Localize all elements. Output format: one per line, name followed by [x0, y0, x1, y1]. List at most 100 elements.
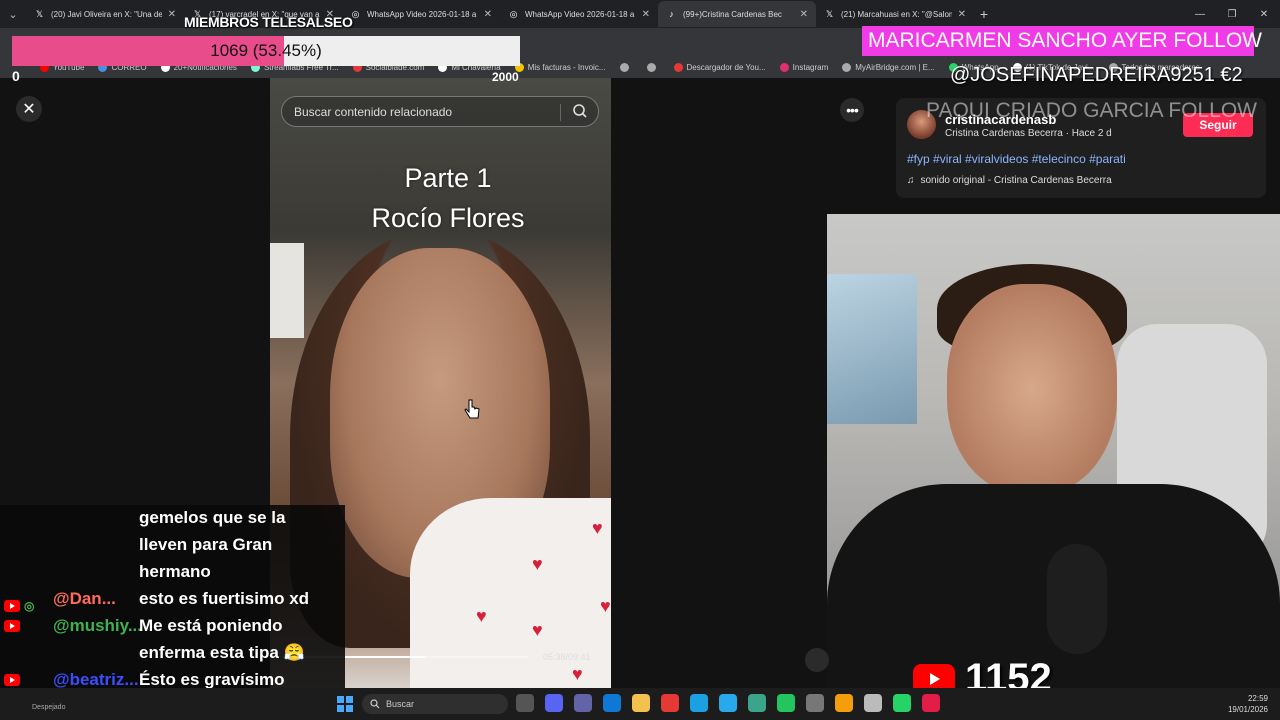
- browser-tab-5[interactable]: ♪ (99+)Cristina Cardenas Bec ✕: [658, 1, 816, 27]
- bookmark-item[interactable]: Descargador de You...: [673, 62, 766, 72]
- video-timecode: 05:38/09:41: [543, 652, 591, 662]
- search-icon: [370, 699, 380, 711]
- obs-icon[interactable]: [806, 694, 824, 712]
- outlook-icon[interactable]: [603, 694, 621, 712]
- edge-icon[interactable]: [690, 694, 708, 712]
- app-icon[interactable]: [748, 694, 766, 712]
- app-icon[interactable]: [864, 694, 882, 712]
- previous-follow-alert: PAQUI CRIADO GARCIA FOLLOW: [926, 99, 1257, 122]
- weather-widget[interactable]: Despejado: [32, 704, 65, 711]
- bookmark-favicon-icon: [842, 62, 852, 72]
- tab-title: (21) Marcahuasi en X: "@Salom: [841, 9, 952, 19]
- flip-icon[interactable]: [805, 648, 829, 672]
- tab-search-chevron-icon[interactable]: ⌄: [0, 0, 26, 28]
- streamer-webcam: [827, 214, 1280, 688]
- mouse-cursor-icon: [463, 398, 481, 427]
- close-tab-icon[interactable]: ✕: [168, 9, 176, 20]
- teams-icon[interactable]: [574, 694, 592, 712]
- chrome-icon[interactable]: [661, 694, 679, 712]
- shirt-heart-icon: ♥: [592, 518, 603, 538]
- webcam-microphone: [1047, 544, 1107, 654]
- bookmark-favicon-icon: [619, 62, 629, 72]
- shirt-heart-icon: ♥: [572, 664, 583, 684]
- tab-title: (20) Javi Oliveira en X: "Una de: [51, 9, 162, 19]
- bookmark-label: Descargador de You...: [686, 62, 766, 72]
- close-icon: ✕: [22, 101, 36, 118]
- chat-badges: [4, 620, 24, 632]
- chat-text: enferma esta tipa 😤: [139, 643, 305, 662]
- video-caption-line-1: Parte 1: [404, 163, 492, 193]
- bookmark-label: Mis facturas - Invoic...: [527, 62, 606, 72]
- video-hashtags[interactable]: #fyp #viral #viralvideos #telecinco #par…: [907, 152, 1126, 166]
- video-window-bg: [270, 243, 304, 338]
- youtube-badge-icon: [4, 620, 20, 632]
- follow-alert-banner: MARICARMEN SANCHO AYER FOLLOW: [862, 26, 1262, 56]
- taskbar-clock[interactable]: 22:59 19/01/2026: [1220, 693, 1268, 715]
- new-tab-button[interactable]: +: [974, 6, 994, 22]
- task-view-icon[interactable]: [516, 694, 534, 712]
- bookmark-favicon-icon: [646, 62, 656, 72]
- shirt-heart-icon: ♥: [532, 554, 543, 574]
- chat-text: lleven para Gran: [139, 535, 273, 554]
- discord-icon[interactable]: [545, 694, 563, 712]
- browser-tab-6[interactable]: 𝕏 (21) Marcahuasi en X: "@Salom ✕: [816, 1, 974, 27]
- browser-tab-4[interactable]: ◎ WhatsApp Video 2026-01-18 a ✕: [500, 1, 658, 27]
- bookmark-favicon-icon: [779, 62, 789, 72]
- globe-icon: ◎: [509, 8, 518, 19]
- shirt-heart-icon: ♥: [476, 606, 487, 626]
- tiktok-icon: ♪: [669, 9, 674, 19]
- clock-date: 19/01/2026: [1227, 705, 1268, 714]
- close-tab-icon[interactable]: ✕: [800, 9, 808, 20]
- donation-alert: @JOSEFINAPEDREIRA9251 €2: [950, 64, 1243, 86]
- sound-label: sonido original - Cristina Cardenas Bece…: [920, 175, 1112, 186]
- members-goal-min: 0: [12, 68, 20, 84]
- restore-icon[interactable]: ❐: [1216, 0, 1248, 28]
- close-video-button[interactable]: ✕: [16, 96, 42, 122]
- search-placeholder: Buscar contenido relacionado: [294, 104, 453, 119]
- app-icon[interactable]: [777, 694, 795, 712]
- chat-text: esto es fuertisimo xd: [139, 589, 310, 608]
- more-dots-icon: •••: [846, 102, 859, 118]
- browser-tab-1[interactable]: 𝕏 (20) Javi Oliveira en X: "Una de ✕: [26, 1, 184, 27]
- member-badge-icon: ◎: [24, 599, 35, 613]
- telegram-icon[interactable]: [719, 694, 737, 712]
- x-icon: 𝕏: [825, 8, 834, 19]
- close-tab-icon[interactable]: ✕: [958, 9, 966, 20]
- tab-title: WhatsApp Video 2026-01-18 a: [525, 9, 635, 19]
- search-divider: [560, 104, 561, 121]
- windows-start-icon[interactable]: [337, 696, 353, 712]
- close-tab-icon[interactable]: ✕: [484, 9, 492, 20]
- bookmark-item[interactable]: Mis facturas - Invoic...: [514, 62, 606, 72]
- members-goal-progress: 1069 (53.45%): [210, 41, 322, 60]
- minimize-icon[interactable]: —: [1184, 0, 1216, 28]
- more-options-button[interactable]: •••: [840, 98, 864, 122]
- app-icon[interactable]: [922, 694, 940, 712]
- related-content-search[interactable]: Buscar contenido relacionado: [281, 96, 599, 127]
- whatsapp-icon[interactable]: [893, 694, 911, 712]
- shirt-heart-icon: ♥: [532, 620, 543, 640]
- music-note-icon: ♫: [907, 175, 915, 186]
- bookmark-label: MyAirBridge.com | E...: [855, 62, 935, 72]
- app-icon[interactable]: [835, 694, 853, 712]
- bookmark-item[interactable]: Instagram: [779, 62, 828, 72]
- tab-title: (99+)Cristina Cardenas Bec: [683, 9, 782, 19]
- chat-author: @mushiy...: [53, 616, 143, 635]
- bookmark-favicon-icon: [673, 62, 683, 72]
- browser-tab-3[interactable]: ◎ WhatsApp Video 2026-01-18 a ✕: [342, 1, 500, 27]
- bookmark-item[interactable]: [646, 62, 660, 72]
- members-goal-max: 2000: [492, 70, 519, 84]
- taskbar-search[interactable]: Buscar: [362, 694, 508, 714]
- video-sound[interactable]: ♫ sonido original - Cristina Cardenas Bec…: [907, 175, 1112, 186]
- close-window-icon[interactable]: ✕: [1248, 0, 1280, 28]
- taskbar-search-label: Buscar: [386, 699, 415, 709]
- chat-badges: ◎: [4, 593, 34, 619]
- youtube-badge-icon: [4, 600, 20, 612]
- close-tab-icon[interactable]: ✕: [642, 9, 650, 20]
- file-explorer-icon[interactable]: [632, 694, 650, 712]
- bookmark-item[interactable]: [619, 62, 633, 72]
- bookmark-item[interactable]: MyAirBridge.com | E...: [842, 62, 935, 72]
- chat-text: gemelos que se la: [139, 508, 286, 527]
- members-goal-title: MIEMBROS TELESALSEO: [184, 14, 353, 30]
- author-meta: Cristina Cardenas Becerra · Hace 2 d: [945, 128, 1112, 139]
- search-icon[interactable]: [572, 103, 588, 122]
